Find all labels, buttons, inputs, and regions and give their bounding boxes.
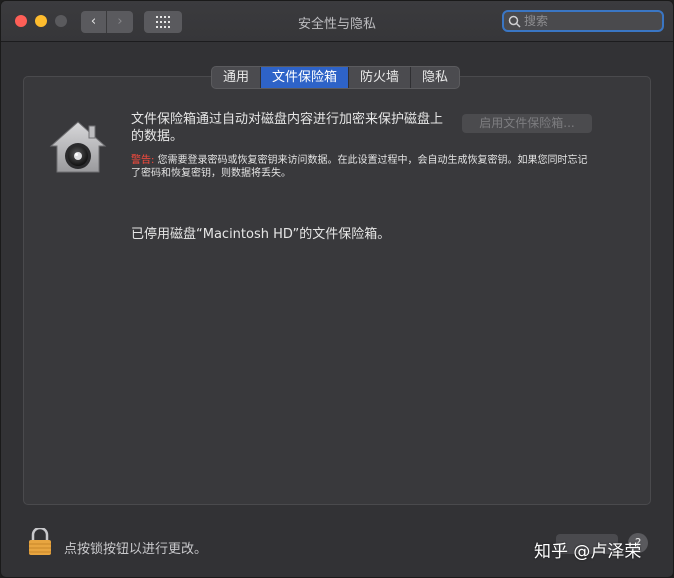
search-field[interactable] (502, 10, 664, 32)
warning-label: 警告: (131, 155, 155, 166)
lock-hint-text: 点按锁按钮以进行更改。 (64, 542, 208, 557)
search-icon (508, 15, 521, 28)
warning-message: 警告: 您需要登录密码或恢复密钥来访问数据。在此设置过程中，会自动生成恢复密钥。… (131, 154, 591, 180)
tab-privacy[interactable]: 隐私 (411, 67, 459, 88)
warning-text: 您需要登录密码或恢复密钥来访问数据。在此设置过程中，会自动生成恢复密钥。如果您同… (131, 155, 588, 179)
filevault-description: 文件保险箱通过自动对磁盘内容进行加密来保护磁盘上的数据。 (131, 112, 444, 144)
lock-icon (29, 526, 51, 555)
filevault-status: 已停用磁盘“Macintosh HD”的文件保险箱。 (131, 227, 391, 242)
filevault-house-icon (49, 120, 107, 180)
title-bar: ‹ › 安全性与隐私 (1, 1, 673, 42)
tab-general[interactable]: 通用 (212, 67, 262, 88)
tab-firewall[interactable]: 防火墙 (349, 67, 412, 88)
tab-bar: 通用 文件保险箱 防火墙 隐私 (211, 66, 461, 89)
search-input[interactable] (524, 13, 658, 29)
preferences-window: ‹ › 安全性与隐私 通用 文件保险箱 防火墙 隐私 (0, 0, 674, 578)
lock-button[interactable] (28, 526, 52, 560)
tab-filevault[interactable]: 文件保险箱 (261, 67, 350, 88)
watermark-text: 知乎 @卢泽荣 (534, 542, 642, 562)
enable-filevault-button[interactable]: 启用文件保险箱... (462, 114, 592, 133)
